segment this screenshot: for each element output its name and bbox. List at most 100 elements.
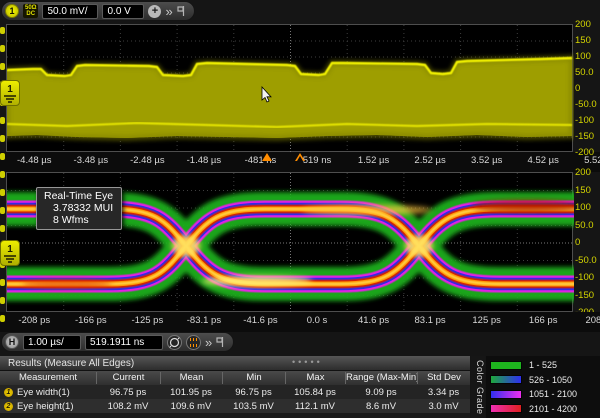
- channel-1-badge[interactable]: 1: [5, 4, 19, 18]
- vertical-scale-field[interactable]: 50.0 mV/: [42, 4, 98, 19]
- eye-voltage-tick-label-2: 100: [575, 202, 600, 213]
- col-current[interactable]: Current: [96, 372, 160, 384]
- col-mean[interactable]: Mean: [160, 372, 222, 384]
- channel-toolbar: 1 50Ω DC 50.0 mV/ 0.0 V + »: [1, 1, 195, 21]
- add-channel-icon[interactable]: +: [148, 5, 161, 18]
- edge-tab-8[interactable]: [0, 171, 5, 178]
- tooltip-title: Real-Time Eye: [44, 190, 113, 202]
- horizontal-pin-icon[interactable]: [216, 336, 225, 348]
- measurement-name: Eye width(1): [17, 387, 70, 398]
- cell-min: 96.75 ps: [222, 387, 285, 398]
- eye-diagram-graticule[interactable]: Real-Time Eye 3.78332 MUI 8 Wfms: [6, 172, 573, 312]
- edge-tab-15[interactable]: [0, 297, 5, 304]
- edge-tab-2[interactable]: [0, 63, 5, 70]
- time-tick-label-1: -3.48 µs: [63, 155, 120, 166]
- eye-time-axis-labels: -208 ps-166 ps-125 ps-83.1 ps-41.6 ps0.0…: [6, 315, 600, 326]
- timebase-scale-field[interactable]: 1.00 µs/: [23, 335, 81, 350]
- color-grade-range-4: 2101 - 4200: [529, 404, 577, 414]
- edge-tab-11[interactable]: [0, 225, 5, 232]
- vertical-offset-field[interactable]: 0.0 V: [102, 4, 144, 19]
- voltage-tick-label-5: -50.0: [575, 99, 600, 110]
- oscilloscope-screen: 1 50Ω DC 50.0 mV/ 0.0 V + »: [0, 0, 600, 418]
- color-grade-range-1: 1 - 525: [529, 360, 557, 370]
- edge-tab-0[interactable]: [0, 27, 5, 34]
- eye-time-tick-label-9: 166 ps: [515, 315, 572, 326]
- eye-voltage-tick-label-1: 150: [575, 185, 600, 196]
- results-drag-grip[interactable]: •••••: [292, 356, 323, 369]
- eye-time-tick-label-6: 41.6 ps: [345, 315, 402, 326]
- cell-stddev: 3.34 ps: [417, 387, 470, 398]
- edge-tab-14[interactable]: [0, 279, 5, 286]
- voltage-tick-label-2: 100: [575, 51, 600, 62]
- coupling-label: DC: [26, 11, 35, 17]
- measurement-2-badge: 2: [4, 402, 13, 411]
- horizontal-reference-marker[interactable]: [295, 153, 305, 161]
- eye-channel-ground-marker[interactable]: 1: [0, 240, 20, 266]
- tooltip-mui: 3.78332 MUI: [44, 202, 113, 214]
- horizontal-toolbar: H 1.00 µs/ 519.1911 ns »: [1, 332, 234, 352]
- eye-time-tick-label-1: -166 ps: [63, 315, 120, 326]
- svg-text:1: 1: [7, 244, 13, 255]
- markers-icon[interactable]: [186, 335, 201, 350]
- time-tick-label-4: -481 ns: [232, 155, 289, 166]
- color-grade-swatch-2: [490, 375, 522, 384]
- color-grade-swatch-1: [490, 361, 522, 370]
- edge-tab-6[interactable]: [0, 135, 5, 142]
- table-row-eye-width[interactable]: 1Eye width(1) 96.75 ps 101.95 ps 96.75 p…: [0, 385, 470, 399]
- eye-time-tick-label-8: 125 ps: [458, 315, 515, 326]
- horizontal-badge[interactable]: H: [5, 335, 19, 349]
- trigger-marker-solid[interactable]: [262, 153, 272, 161]
- results-header-row: Measurement Current Mean Min Max Range (…: [0, 371, 470, 385]
- eye-time-tick-label-2: -125 ps: [119, 315, 176, 326]
- pin-icon[interactable]: [177, 5, 186, 17]
- coupling-indicator[interactable]: 50Ω DC: [23, 4, 38, 18]
- color-grade-entry: 2101 - 4200: [486, 402, 600, 415]
- edge-tab-16[interactable]: [0, 315, 5, 322]
- cell-max: 105.84 ps: [285, 387, 345, 398]
- results-panel-footer: [0, 413, 470, 418]
- horizontal-position-reset-icon[interactable]: [167, 335, 182, 350]
- horizontal-expand-chevrons-icon[interactable]: »: [205, 336, 212, 349]
- edge-tab-9[interactable]: [0, 189, 5, 196]
- edge-tab-7[interactable]: [0, 153, 5, 160]
- measurement-1-badge: 1: [4, 388, 13, 397]
- voltage-tick-label-7: -150: [575, 131, 600, 142]
- edge-tab-1[interactable]: [0, 45, 5, 52]
- cell-stddev: 3.0 mV: [417, 401, 470, 412]
- time-tick-label-7: 2.52 µs: [402, 155, 459, 166]
- eye-voltage-tick-label-7: -150: [575, 290, 600, 301]
- voltage-tick-label-0: 200: [575, 19, 600, 30]
- svg-text:1: 1: [7, 84, 13, 95]
- eye-voltage-tick-label-6: -100: [575, 272, 600, 283]
- col-max[interactable]: Max: [285, 372, 345, 384]
- col-range[interactable]: Range (Max-Min): [345, 372, 417, 384]
- table-row-eye-height[interactable]: 2Eye height(1) 108.2 mV 109.6 mV 103.5 m…: [0, 399, 470, 413]
- color-grade-swatch-3: [490, 390, 522, 399]
- expand-chevrons-icon[interactable]: »: [165, 5, 172, 18]
- cell-range: 8.6 mV: [345, 401, 417, 412]
- color-grade-legend: 1 - 525 526 - 1050 1051 - 2100 2101 - 42…: [486, 356, 600, 418]
- col-measurement[interactable]: Measurement: [0, 372, 96, 384]
- eye-time-tick-label-4: -41.6 ps: [232, 315, 289, 326]
- results-titlebar[interactable]: Results (Measure All Edges): [0, 356, 470, 371]
- cell-min: 103.5 mV: [222, 401, 285, 412]
- eye-time-tick-label-10: 208 ps: [571, 315, 600, 326]
- eye-voltage-tick-label-4: 0: [575, 237, 600, 248]
- eye-voltage-tick-label-5: -50.0: [575, 255, 600, 266]
- cell-range: 9.09 ps: [345, 387, 417, 398]
- voltage-tick-label-3: 50.0: [575, 67, 600, 78]
- col-min[interactable]: Min: [222, 372, 285, 384]
- waveform-graticule[interactable]: [6, 24, 573, 152]
- col-stddev[interactable]: Std Dev: [417, 372, 470, 384]
- edge-tab-10[interactable]: [0, 207, 5, 214]
- channel1-ground-marker[interactable]: 1: [0, 80, 20, 106]
- edge-tab-5[interactable]: [0, 117, 5, 124]
- timebase-position-field[interactable]: 519.1911 ns: [85, 335, 163, 350]
- time-tick-label-3: -1.48 µs: [176, 155, 233, 166]
- color-grade-entry: 1051 - 2100: [486, 388, 600, 401]
- color-grade-entry: 526 - 1050: [486, 373, 600, 386]
- eye-time-tick-label-7: 83.1 ps: [402, 315, 459, 326]
- voltage-tick-label-6: -100: [575, 115, 600, 126]
- time-tick-label-0: -4.48 µs: [6, 155, 63, 166]
- eye-time-tick-label-0: -208 ps: [6, 315, 63, 326]
